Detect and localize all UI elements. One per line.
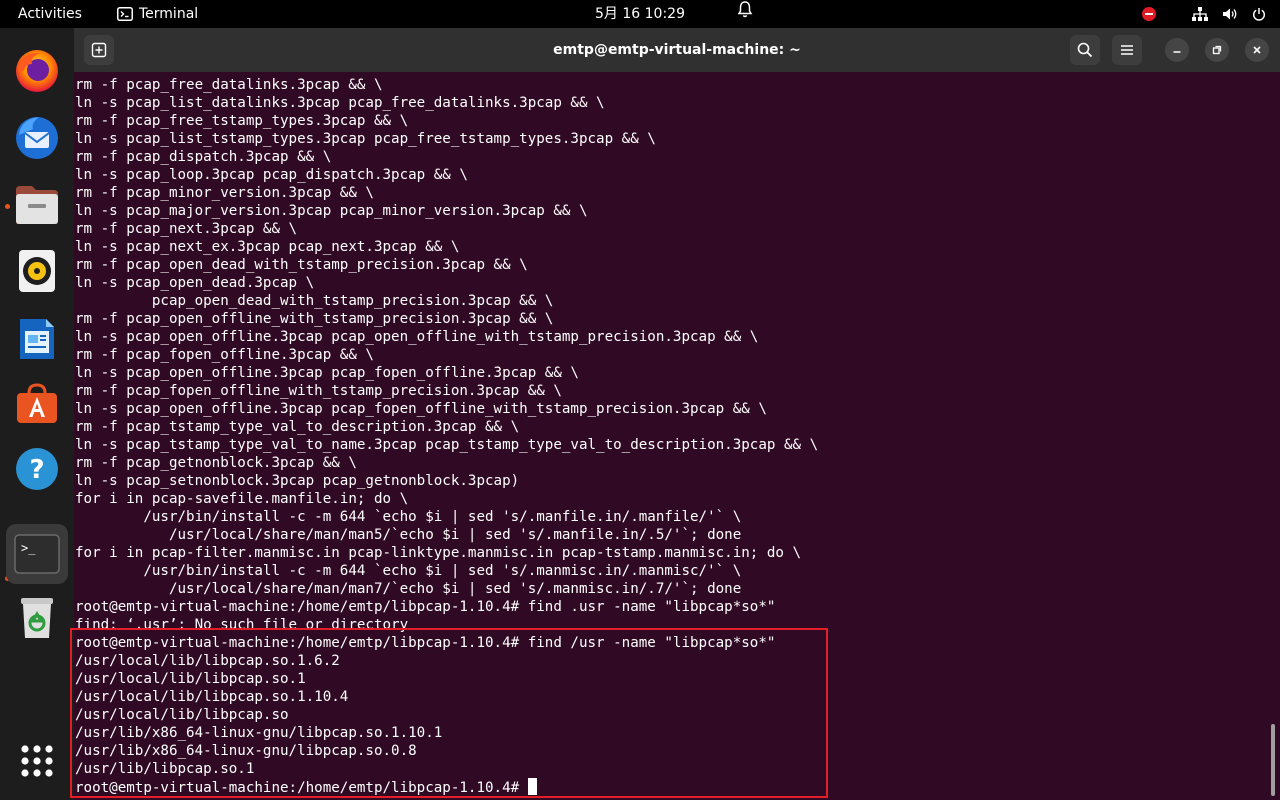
svg-text:>_: >_	[21, 541, 36, 555]
terminal-line: /usr/local/share/man/man5/`echo $i | sed…	[75, 527, 742, 543]
system-tray[interactable]	[1142, 0, 1266, 28]
terminal-line: rm -f pcap_next.3pcap && \	[75, 221, 298, 237]
firefox-icon	[16, 50, 58, 92]
new-tab-button[interactable]	[84, 35, 114, 65]
dock: ? >_	[0, 28, 74, 800]
close-button[interactable]	[1245, 38, 1269, 62]
terminal-line: rm -f pcap_minor_version.3pcap && \	[75, 185, 374, 201]
terminal-line: ln -s pcap_open_offline.3pcap pcap_open_…	[75, 329, 759, 345]
top-bar: Activities Terminal 5月 16 10:29	[0, 0, 1280, 28]
terminal-line: rm -f pcap_getnonblock.3pcap && \	[75, 455, 357, 471]
notification-bell-icon[interactable]	[737, 0, 753, 28]
dock-libreoffice-writer[interactable]	[10, 312, 64, 366]
terminal-line: rm -f pcap_tstamp_type_val_to_descriptio…	[75, 419, 520, 435]
terminal-line: /usr/bin/install -c -m 644 `echo $i | se…	[75, 563, 742, 579]
terminal-app-icon	[117, 7, 133, 21]
terminal-line: rm -f pcap_free_datalinks.3pcap && \	[75, 77, 383, 93]
terminal-line: ln -s pcap_open_offline.3pcap pcap_fopen…	[75, 365, 579, 381]
terminal-line: rm -f pcap_dispatch.3pcap && \	[75, 149, 332, 165]
dock-rhythmbox[interactable]	[10, 244, 64, 298]
help-icon: ?	[16, 448, 58, 490]
activities-button[interactable]: Activities	[18, 0, 82, 28]
dock-help[interactable]: ?	[10, 442, 64, 496]
terminal-line: /usr/bin/install -c -m 644 `echo $i | se…	[75, 509, 742, 525]
dock-thunderbird[interactable]	[10, 110, 64, 164]
ubuntu-software-icon	[17, 383, 57, 423]
thunderbird-icon	[16, 117, 58, 159]
volume-icon	[1223, 8, 1237, 20]
search-button[interactable]	[1070, 35, 1100, 65]
maximize-button[interactable]	[1205, 38, 1229, 62]
network-icon	[1192, 7, 1208, 21]
writer-icon	[20, 319, 54, 359]
terminal-line: ln -s pcap_list_datalinks.3pcap pcap_fre…	[75, 95, 605, 111]
files-icon	[16, 186, 58, 224]
terminal-line: root@emtp-virtual-machine:/home/emtp/lib…	[75, 599, 776, 615]
terminal-line: for i in pcap-savefile.manfile.in; do \	[75, 491, 409, 507]
terminal-line: rm -f pcap_free_tstamp_types.3pcap && \	[75, 113, 409, 129]
terminal-line: ln -s pcap_loop.3pcap pcap_dispatch.3pca…	[75, 167, 468, 183]
scrollbar[interactable]	[1271, 724, 1275, 796]
new-tab-icon	[91, 42, 107, 58]
dock-terminal[interactable]: >_	[6, 524, 68, 584]
terminal-line: ln -s pcap_open_dead.3pcap \	[75, 275, 315, 291]
svg-text:?: ?	[29, 455, 44, 485]
search-icon	[1077, 42, 1093, 58]
app-grid-icon	[21, 745, 53, 777]
clock-text[interactable]: 5月 16 10:29	[595, 6, 685, 22]
dock-trash[interactable]	[10, 590, 64, 644]
do-not-disturb-icon	[1142, 7, 1156, 21]
terminal-line: ln -s pcap_setnonblock.3pcap pcap_getnon…	[75, 473, 520, 489]
hamburger-menu-icon	[1121, 45, 1133, 55]
terminal-line: ln -s pcap_list_tstamp_types.3pcap pcap_…	[75, 131, 656, 147]
app-menu-label: Terminal	[139, 6, 199, 22]
terminal-line: rm -f pcap_fopen_offline_with_tstamp_pre…	[75, 383, 562, 399]
terminal-line: rm -f pcap_open_offline_with_tstamp_prec…	[75, 311, 554, 327]
show-applications-button[interactable]	[10, 734, 64, 788]
minimize-button[interactable]	[1165, 38, 1189, 62]
dock-firefox[interactable]	[10, 44, 64, 98]
trash-icon	[21, 598, 53, 638]
terminal-line: rm -f pcap_fopen_offline.3pcap && \	[75, 347, 374, 363]
hamburger-menu-button[interactable]	[1112, 35, 1142, 65]
terminal-line: for i in pcap-filter.manmisc.in pcap-lin…	[75, 545, 802, 561]
power-icon	[1252, 8, 1266, 21]
terminal-line: ln -s pcap_open_offline.3pcap pcap_fopen…	[75, 401, 767, 417]
terminal-line: ln -s pcap_next_ex.3pcap pcap_next.3pcap…	[75, 239, 460, 255]
dock-ubuntu-software[interactable]	[10, 376, 64, 430]
header-bar: emtp@emtp-virtual-machine: ~	[74, 28, 1280, 72]
terminal-line: rm -f pcap_open_dead_with_tstamp_precisi…	[75, 257, 528, 273]
rhythmbox-icon	[19, 250, 55, 292]
terminal-line: ln -s pcap_major_version.3pcap pcap_mino…	[75, 203, 588, 219]
highlight-annotation-box	[70, 628, 828, 798]
minimize-icon	[1173, 51, 1181, 53]
terminal-icon: >_	[14, 534, 60, 574]
terminal-line: pcap_open_dead_with_tstamp_precision.3pc…	[75, 293, 554, 309]
close-icon	[1253, 46, 1261, 54]
dock-files[interactable]	[10, 178, 64, 232]
restore-icon	[1212, 45, 1222, 55]
terminal-line: /usr/local/share/man/man7/`echo $i | sed…	[75, 581, 742, 597]
terminal-line: ln -s pcap_tstamp_type_val_to_name.3pcap…	[75, 437, 819, 453]
app-menu[interactable]: Terminal	[117, 0, 198, 28]
